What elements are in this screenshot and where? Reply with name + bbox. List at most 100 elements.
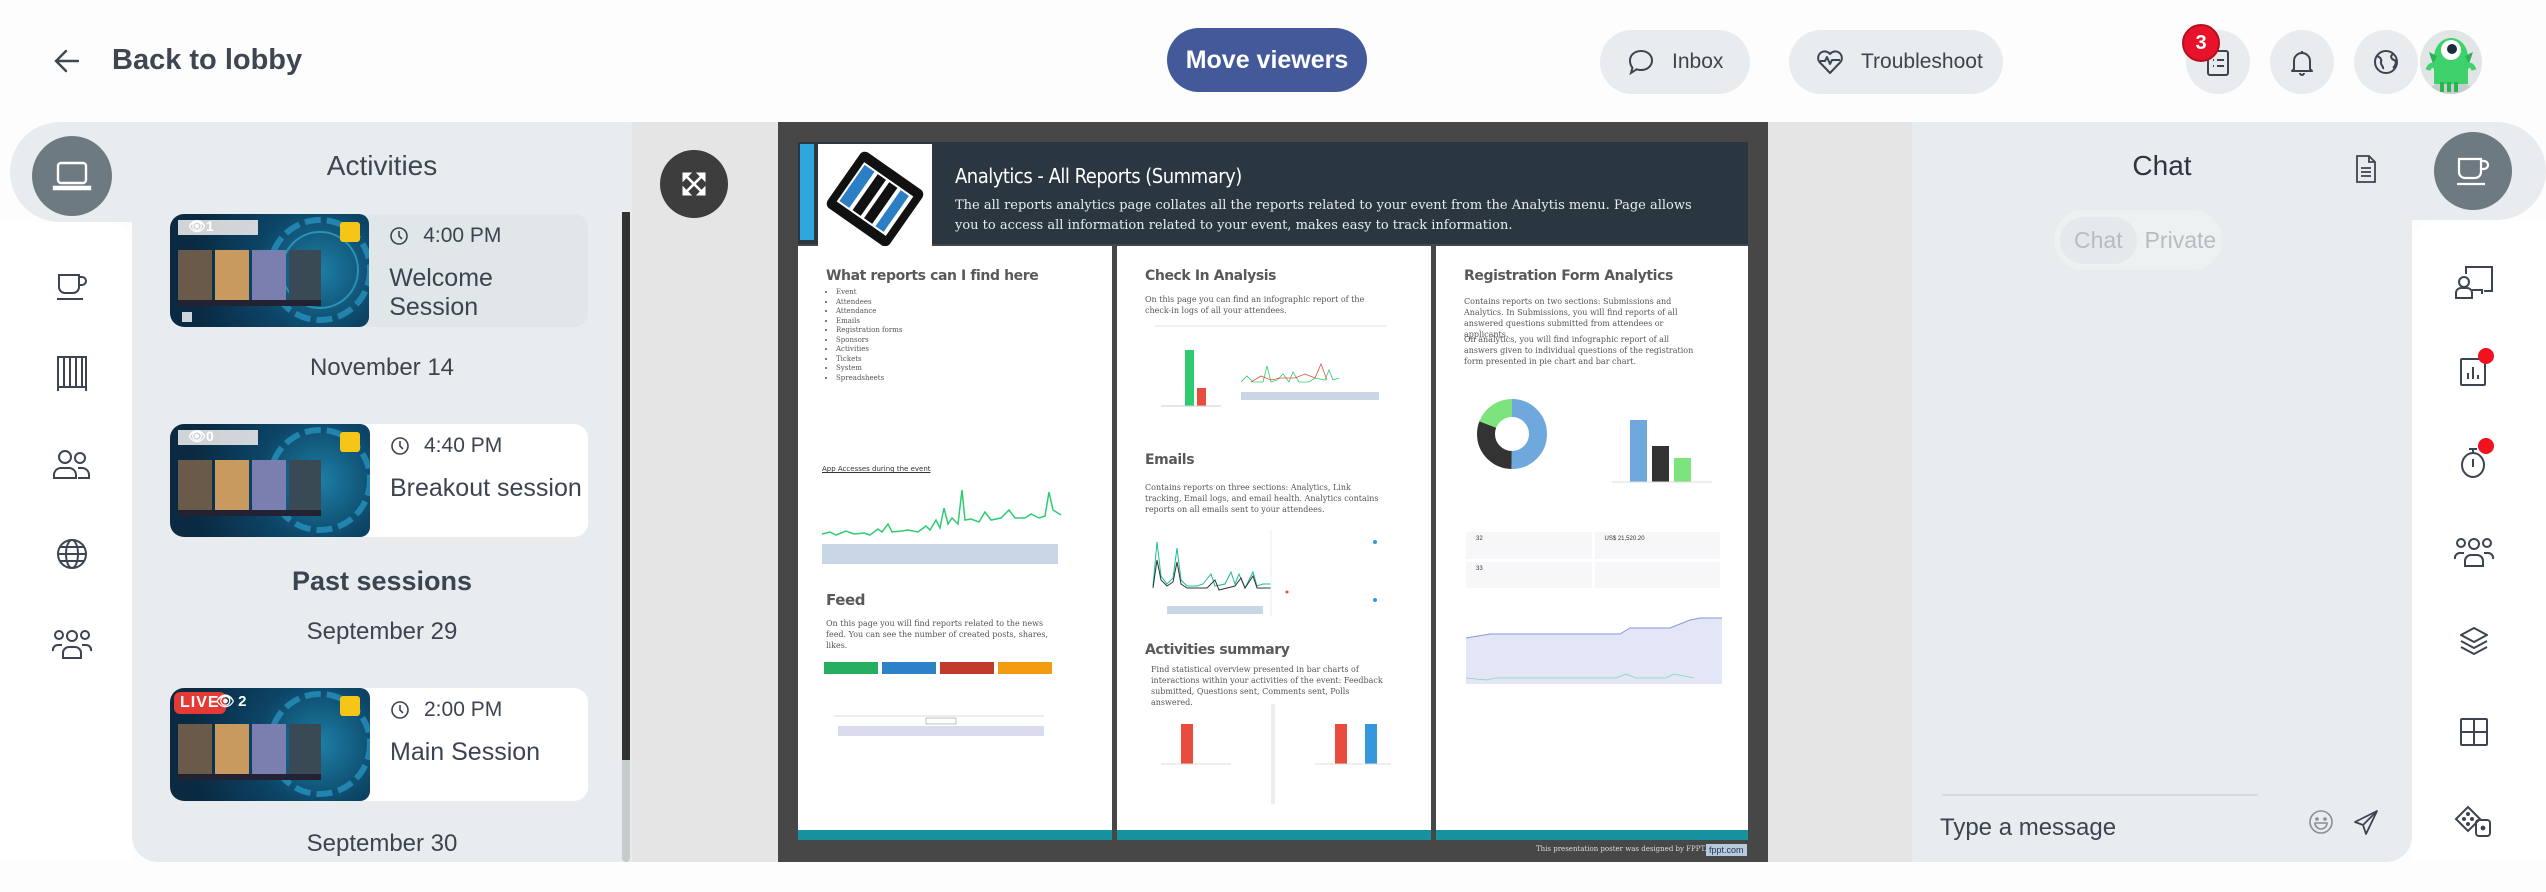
emoji-icon[interactable] (2307, 808, 2335, 836)
laptop-icon (52, 159, 92, 193)
nav-activities[interactable] (32, 136, 112, 216)
troubleshoot-button[interactable]: Troubleshoot (1789, 30, 2003, 94)
emails-text: Contains reports on three sections: Anal… (1145, 483, 1379, 514)
notifications-button[interactable] (2270, 30, 2334, 94)
date-heading: September 29 (306, 618, 458, 645)
rnav-presenter[interactable] (2446, 254, 2502, 310)
globe-icon (55, 537, 89, 571)
reports-list-item: Event (836, 288, 902, 298)
reports-list: EventAttendeesAttendanceEmailsRegistrati… (836, 288, 902, 383)
bell-icon (2287, 47, 2317, 77)
layers-icon (2457, 625, 2491, 659)
troubleshoot-label: Troubleshoot (1861, 50, 1983, 73)
feed-chart (834, 715, 1044, 736)
dice-icon (2454, 804, 2494, 840)
feed-text: On this page you will find reports relat… (826, 619, 1048, 650)
reports-list-item: Attendance (836, 307, 902, 317)
group-icon (2453, 535, 2495, 569)
rnav-lounge[interactable] (2434, 132, 2512, 210)
nav-web[interactable] (44, 526, 100, 582)
group-icon (51, 627, 93, 661)
col1-heading: What reports can I find here (826, 268, 1039, 284)
document-icon[interactable] (2354, 154, 2378, 184)
slide-column-1: What reports can I find here EventAttend… (798, 246, 1112, 840)
viewer-count: 👁1 (188, 218, 214, 234)
reports-list-item: Spreadsheets (836, 374, 902, 384)
right-nav-rail (2384, 122, 2546, 862)
pending-stat: 33 (1466, 561, 1592, 588)
checkin-text: On this page you can find an infographic… (1145, 295, 1365, 315)
viewer-count: 👁0 (188, 428, 214, 444)
reports-list-item: Registration forms (836, 326, 902, 336)
session-name: Main Session (390, 738, 541, 766)
slide-column-2: Check In Analysis On this page you can f… (1117, 246, 1431, 840)
notification-dot (2478, 438, 2494, 454)
reports-list-item: Tickets (836, 355, 902, 365)
rnav-games[interactable] (2446, 794, 2502, 850)
coffee-cup-icon (2454, 154, 2492, 188)
arrow-left-icon (52, 46, 82, 76)
rnav-grid[interactable] (2446, 704, 2502, 760)
clock-icon (390, 700, 410, 720)
registrations-chart (1466, 617, 1722, 684)
nav-lounge[interactable] (44, 258, 100, 314)
slide-footer-brand[interactable]: fppt.com (1706, 844, 1747, 856)
slide-logo (818, 144, 932, 246)
nav-people[interactable] (44, 436, 100, 492)
tab-private[interactable]: Private (2145, 227, 2217, 254)
session-card-main[interactable]: LIVE 👁 2 2:00 PM Main Session (170, 688, 588, 801)
chat-tabs: Chat Private (2054, 210, 2222, 270)
date-heading: November 14 (309, 354, 455, 381)
language-button[interactable] (2354, 30, 2418, 94)
posts-tile (824, 662, 878, 674)
rnav-polls[interactable] (2446, 344, 2502, 400)
session-time: 4:40 PM (390, 434, 582, 458)
nav-expo[interactable] (44, 346, 100, 402)
session-card-welcome[interactable]: 👁1 4:00 PM Welcome Session (170, 214, 588, 327)
slide-footer-text: This presentation poster was designed by… (1536, 845, 1707, 853)
globe-earth-icon (2371, 47, 2401, 77)
eye-icon: 👁 (188, 428, 206, 444)
reports-list-item: Attendees (836, 298, 902, 308)
tasks-badge: 3 (2182, 24, 2220, 62)
inbox-button[interactable]: Inbox (1600, 30, 1750, 94)
feed-heading: Feed (826, 591, 866, 609)
activities-summary-text: Find statistical overview presented in b… (1151, 665, 1383, 707)
registration-text-2: On analytics, you will find infographic … (1464, 335, 1694, 366)
grid-icon (2458, 716, 2490, 748)
tab-chat[interactable]: Chat (2060, 216, 2137, 264)
session-info: 2:00 PM Main Session (370, 688, 540, 801)
message-input[interactable] (1940, 808, 2300, 848)
app-accesses-chart (822, 489, 1062, 564)
reports-list-item: System (836, 364, 902, 374)
rnav-layers[interactable] (2446, 614, 2502, 670)
activities-panel: Activities 👁1 4:00 PM Welcome Session No… (132, 122, 632, 862)
activities-summary-charts (1161, 704, 1391, 804)
inbox-label: Inbox (1672, 50, 1724, 73)
session-thumbnail: LIVE 👁 2 (170, 688, 370, 801)
back-to-lobby-label: Back to lobby (112, 44, 303, 76)
session-time: 4:00 PM (389, 224, 588, 248)
booth-curtain-icon (54, 354, 90, 394)
clock-icon (389, 226, 409, 246)
coffee-cup-icon (54, 269, 90, 303)
rnav-timer[interactable] (2446, 434, 2502, 490)
move-viewers-button[interactable]: Move viewers (1167, 28, 1367, 92)
nav-groups[interactable] (44, 616, 100, 672)
send-icon[interactable] (2352, 808, 2380, 836)
users-icon (52, 447, 92, 481)
user-avatar[interactable] (2420, 30, 2482, 94)
slide-title: Analytics - All Reports (Summary) (955, 164, 1242, 188)
back-to-lobby-button[interactable]: Back to lobby (52, 44, 302, 77)
fullscreen-button[interactable] (660, 150, 728, 218)
eye-icon: 👁 (216, 693, 236, 710)
activities-title: Activities (326, 150, 438, 181)
comments-tile (998, 662, 1052, 674)
viewer-count: 👁 2 (216, 693, 247, 710)
clock-icon (390, 436, 410, 456)
checkin-heading: Check In Analysis (1145, 268, 1277, 284)
rnav-people[interactable] (2446, 524, 2502, 580)
left-nav-rail (0, 122, 160, 862)
activities-scrollbar-thumb[interactable] (622, 212, 630, 760)
session-card-breakout[interactable]: 👁0 4:40 PM Breakout session (170, 424, 588, 537)
